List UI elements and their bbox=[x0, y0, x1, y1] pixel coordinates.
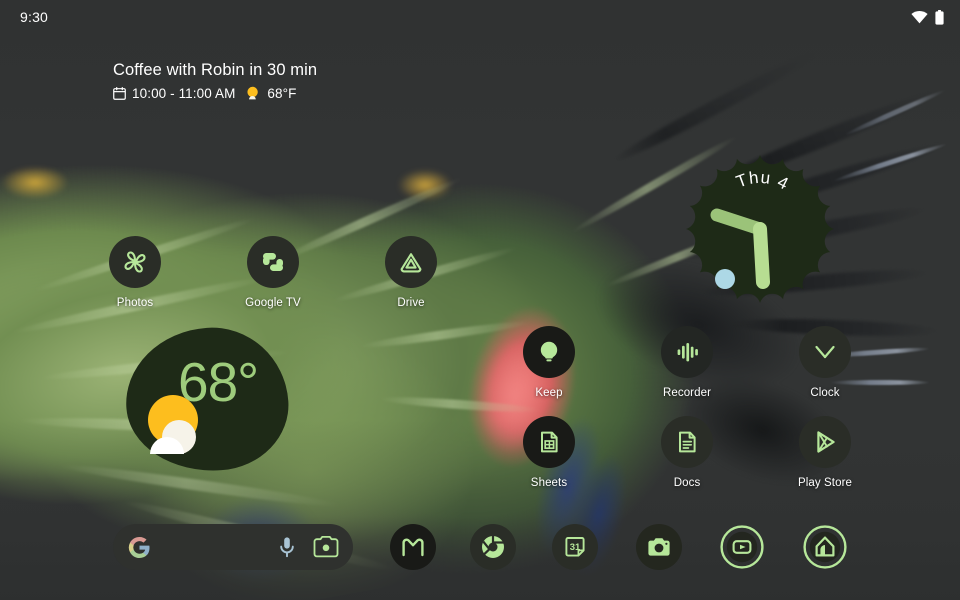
clock-minute-hand bbox=[753, 222, 770, 289]
calendar-31-icon: 31 bbox=[565, 537, 585, 557]
sheets-icon bbox=[541, 431, 558, 453]
photos-pinwheel-icon bbox=[124, 251, 146, 273]
dock-tile bbox=[636, 524, 682, 570]
docs-icon bbox=[679, 431, 696, 453]
app-icon-keep[interactable]: Keep bbox=[507, 326, 591, 399]
dock-item-gmail[interactable] bbox=[390, 524, 436, 570]
app-label: Play Store bbox=[797, 477, 853, 489]
app-icon-docs[interactable]: Docs bbox=[645, 416, 729, 489]
at-a-glance-widget[interactable]: Coffee with Robin in 30 min 10:00 - 11:0… bbox=[113, 60, 317, 101]
app-icon-google-tv[interactable]: Google TV bbox=[231, 236, 315, 309]
sun-cloud-icon bbox=[247, 86, 259, 100]
app-icon-clock[interactable]: Clock bbox=[783, 326, 867, 399]
app-tile bbox=[523, 416, 575, 468]
camera-icon bbox=[648, 538, 670, 556]
clock-second-dot bbox=[715, 269, 735, 289]
youtube-icon bbox=[720, 525, 764, 569]
google-lens-camera-icon[interactable] bbox=[313, 536, 339, 558]
dock-item-camera[interactable] bbox=[636, 524, 682, 570]
calendar-icon bbox=[113, 86, 126, 100]
app-tile bbox=[523, 326, 575, 378]
drive-triangle-icon bbox=[400, 253, 422, 273]
dock-item-youtube[interactable] bbox=[719, 524, 765, 570]
dock-tile bbox=[390, 524, 436, 570]
google-home-icon bbox=[803, 525, 847, 569]
svg-text:31: 31 bbox=[570, 542, 581, 553]
app-label: Keep bbox=[535, 387, 563, 399]
gmail-icon bbox=[402, 538, 424, 557]
app-icon-photos[interactable]: Photos bbox=[93, 236, 177, 309]
app-tile bbox=[247, 236, 299, 288]
app-tile bbox=[385, 236, 437, 288]
app-label: Recorder bbox=[662, 387, 712, 399]
battery-icon bbox=[935, 9, 944, 25]
app-tile bbox=[661, 326, 713, 378]
google-search-bar[interactable] bbox=[113, 524, 353, 570]
weather-widget[interactable]: 68° bbox=[121, 322, 293, 477]
sun-behind-cloud-icon bbox=[148, 395, 198, 454]
at-a-glance-subtitle: 10:00 - 11:00 AM 68°F bbox=[113, 86, 317, 101]
wifi-icon bbox=[911, 10, 928, 23]
dock-item-calendar[interactable]: 31 bbox=[552, 524, 598, 570]
at-a-glance-temperature: 68°F bbox=[267, 85, 297, 101]
app-label: Docs bbox=[673, 477, 701, 489]
keep-bulb-icon bbox=[540, 341, 558, 362]
app-tile bbox=[661, 416, 713, 468]
app-tile bbox=[109, 236, 161, 288]
dock-tile bbox=[802, 524, 848, 570]
dock-tile bbox=[470, 524, 516, 570]
home-screen: 9:30 Coffee with Robin in 30 min 10:00 -… bbox=[0, 0, 960, 600]
app-icon-recorder[interactable]: Recorder bbox=[645, 326, 729, 399]
recorder-wave-icon bbox=[677, 343, 698, 362]
google-g-icon bbox=[128, 536, 150, 558]
status-bar-clock: 9:30 bbox=[20, 9, 49, 25]
google-tv-icon bbox=[263, 253, 283, 271]
dock-tile: 31 bbox=[552, 524, 598, 570]
dock-item-chrome[interactable] bbox=[470, 524, 516, 570]
analog-clock-widget[interactable]: Thu 4 bbox=[684, 153, 836, 305]
app-label: Google TV bbox=[245, 297, 301, 309]
app-label: Photos bbox=[116, 297, 154, 309]
app-label: Clock bbox=[810, 387, 840, 399]
app-icon-drive[interactable]: Drive bbox=[369, 236, 453, 309]
app-icon-play-store[interactable]: Play Store bbox=[783, 416, 867, 489]
play-store-icon bbox=[817, 431, 835, 453]
microphone-icon[interactable] bbox=[278, 536, 296, 558]
at-a-glance-title: Coffee with Robin in 30 min bbox=[113, 61, 318, 79]
app-tile bbox=[799, 416, 851, 468]
chrome-icon bbox=[482, 536, 504, 558]
app-label: Sheets bbox=[530, 477, 568, 489]
app-label: Drive bbox=[397, 297, 425, 309]
app-tile bbox=[799, 326, 851, 378]
dock-tile bbox=[719, 524, 765, 570]
dock-item-google-home[interactable] bbox=[802, 524, 848, 570]
app-icon-sheets[interactable]: Sheets bbox=[507, 416, 591, 489]
status-bar: 9:30 bbox=[0, 0, 960, 34]
clock-hands-icon bbox=[815, 345, 835, 359]
status-bar-icons bbox=[911, 9, 944, 25]
at-a-glance-time-range: 10:00 - 11:00 AM bbox=[132, 85, 236, 101]
